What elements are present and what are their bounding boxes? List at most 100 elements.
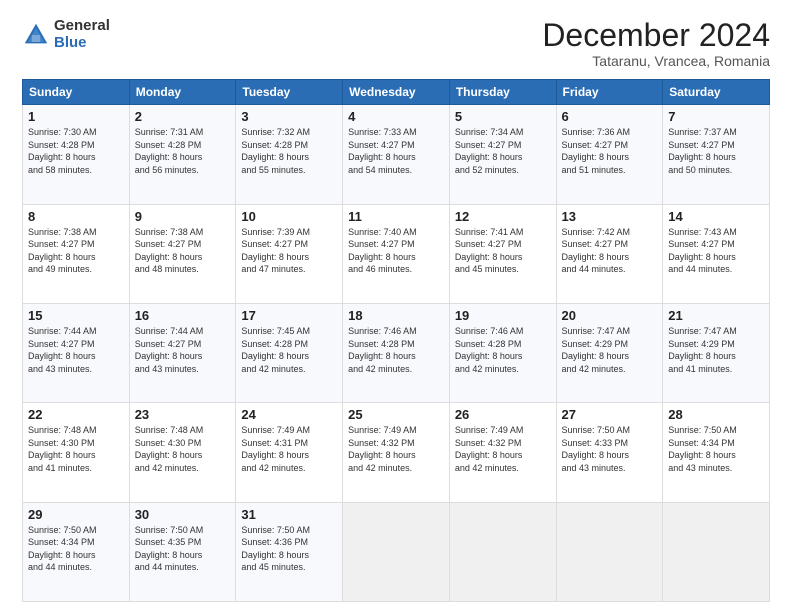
table-row: 23Sunrise: 7:48 AM Sunset: 4:30 PM Dayli…: [129, 403, 236, 502]
table-row: 31 Sunrise: 7:50 AM Sunset: 4:36 PM Dayli…: [236, 502, 343, 601]
day-number: 6: [562, 109, 658, 124]
day-number: 12: [455, 209, 551, 224]
table-row: 5Sunrise: 7:34 AM Sunset: 4:27 PM Daylig…: [449, 105, 556, 204]
table-row: [343, 502, 450, 601]
day-info: Sunrise: 7:42 AM Sunset: 4:27 PM Dayligh…: [562, 226, 658, 276]
day-number: 2: [135, 109, 231, 124]
day-info: Sunrise: 7:34 AM Sunset: 4:27 PM Dayligh…: [455, 126, 551, 176]
logo-text: General Blue: [54, 18, 110, 51]
table-row: 18Sunrise: 7:46 AM Sunset: 4:28 PM Dayli…: [343, 303, 450, 402]
day-number: 4: [348, 109, 444, 124]
day-info: Sunrise: 7:38 AM Sunset: 4:27 PM Dayligh…: [28, 226, 124, 276]
table-row: 8Sunrise: 7:38 AM Sunset: 4:27 PM Daylig…: [23, 204, 130, 303]
day-number: 14: [668, 209, 764, 224]
day-info: Sunrise: 7:50 AM Sunset: 4:35 PM Dayligh…: [135, 524, 231, 574]
day-info: Sunrise: 7:36 AM Sunset: 4:27 PM Dayligh…: [562, 126, 658, 176]
day-number: 25: [348, 407, 444, 422]
col-friday: Friday: [556, 80, 663, 105]
table-row: 17 Sunrise: 7:45 AM Sunset: 4:28 PM Dayli…: [236, 303, 343, 402]
table-row: 7 Sunrise: 7:37 AM Sunset: 4:27 PM Daylig…: [663, 105, 770, 204]
day-number: 21: [668, 308, 764, 323]
col-wednesday: Wednesday: [343, 80, 450, 105]
header: General Blue December 2024 Tataranu, Vra…: [22, 18, 770, 69]
day-number: 20: [562, 308, 658, 323]
col-tuesday: Tuesday: [236, 80, 343, 105]
table-row: 6 Sunrise: 7:36 AM Sunset: 4:27 PM Daylig…: [556, 105, 663, 204]
day-info: Sunrise: 7:44 AM Sunset: 4:27 PM Dayligh…: [135, 325, 231, 375]
table-row: 14 Sunrise: 7:43 AM Sunset: 4:27 PM Dayli…: [663, 204, 770, 303]
day-info: Sunrise: 7:47 AM Sunset: 4:29 PM Dayligh…: [562, 325, 658, 375]
table-row: 12Sunrise: 7:41 AM Sunset: 4:27 PM Dayli…: [449, 204, 556, 303]
day-number: 15: [28, 308, 124, 323]
day-info: Sunrise: 7:50 AM Sunset: 4:34 PM Dayligh…: [28, 524, 124, 574]
table-row: 20 Sunrise: 7:47 AM Sunset: 4:29 PM Dayli…: [556, 303, 663, 402]
col-saturday: Saturday: [663, 80, 770, 105]
col-sunday: Sunday: [23, 80, 130, 105]
day-info: Sunrise: 7:31 AM Sunset: 4:28 PM Dayligh…: [135, 126, 231, 176]
calendar-table: Sunday Monday Tuesday Wednesday Thursday…: [22, 79, 770, 602]
table-row: 11 Sunrise: 7:40 AM Sunset: 4:27 PM Dayli…: [343, 204, 450, 303]
day-number: 27: [562, 407, 658, 422]
day-number: 19: [455, 308, 551, 323]
table-row: 27 Sunrise: 7:50 AM Sunset: 4:33 PM Dayli…: [556, 403, 663, 502]
day-info: Sunrise: 7:33 AM Sunset: 4:27 PM Dayligh…: [348, 126, 444, 176]
col-thursday: Thursday: [449, 80, 556, 105]
day-info: Sunrise: 7:30 AM Sunset: 4:28 PM Dayligh…: [28, 126, 124, 176]
logo-blue-text: Blue: [54, 35, 110, 52]
calendar-row: 29 Sunrise: 7:50 AM Sunset: 4:34 PM Dayli…: [23, 502, 770, 601]
table-row: 10 Sunrise: 7:39 AM Sunset: 4:27 PM Dayli…: [236, 204, 343, 303]
day-info: Sunrise: 7:46 AM Sunset: 4:28 PM Dayligh…: [455, 325, 551, 375]
day-info: Sunrise: 7:40 AM Sunset: 4:27 PM Dayligh…: [348, 226, 444, 276]
day-info: Sunrise: 7:37 AM Sunset: 4:27 PM Dayligh…: [668, 126, 764, 176]
table-row: 9 Sunrise: 7:38 AM Sunset: 4:27 PM Daylig…: [129, 204, 236, 303]
table-row: 2 Sunrise: 7:31 AM Sunset: 4:28 PM Daylig…: [129, 105, 236, 204]
calendar-row: 1 Sunrise: 7:30 AM Sunset: 4:28 PM Daylig…: [23, 105, 770, 204]
col-monday: Monday: [129, 80, 236, 105]
day-info: Sunrise: 7:38 AM Sunset: 4:27 PM Dayligh…: [135, 226, 231, 276]
day-info: Sunrise: 7:49 AM Sunset: 4:32 PM Dayligh…: [455, 424, 551, 474]
table-row: 21Sunrise: 7:47 AM Sunset: 4:29 PM Dayli…: [663, 303, 770, 402]
day-number: 13: [562, 209, 658, 224]
table-row: [449, 502, 556, 601]
day-number: 3: [241, 109, 337, 124]
day-number: 17: [241, 308, 337, 323]
table-row: 19 Sunrise: 7:46 AM Sunset: 4:28 PM Dayli…: [449, 303, 556, 402]
location: Tataranu, Vrancea, Romania: [542, 53, 770, 69]
table-row: 29 Sunrise: 7:50 AM Sunset: 4:34 PM Dayli…: [23, 502, 130, 601]
day-number: 31: [241, 507, 337, 522]
calendar-row: 15 Sunrise: 7:44 AM Sunset: 4:27 PM Dayli…: [23, 303, 770, 402]
day-number: 1: [28, 109, 124, 124]
day-number: 26: [455, 407, 551, 422]
table-row: [663, 502, 770, 601]
logo-icon: [22, 21, 50, 49]
day-number: 10: [241, 209, 337, 224]
day-info: Sunrise: 7:50 AM Sunset: 4:36 PM Dayligh…: [241, 524, 337, 574]
day-info: Sunrise: 7:49 AM Sunset: 4:32 PM Dayligh…: [348, 424, 444, 474]
table-row: 24Sunrise: 7:49 AM Sunset: 4:31 PM Dayli…: [236, 403, 343, 502]
day-number: 30: [135, 507, 231, 522]
day-info: Sunrise: 7:50 AM Sunset: 4:34 PM Dayligh…: [668, 424, 764, 474]
day-number: 29: [28, 507, 124, 522]
day-number: 22: [28, 407, 124, 422]
day-number: 9: [135, 209, 231, 224]
table-row: 16 Sunrise: 7:44 AM Sunset: 4:27 PM Dayli…: [129, 303, 236, 402]
day-number: 16: [135, 308, 231, 323]
day-info: Sunrise: 7:50 AM Sunset: 4:33 PM Dayligh…: [562, 424, 658, 474]
table-row: 26 Sunrise: 7:49 AM Sunset: 4:32 PM Dayli…: [449, 403, 556, 502]
calendar-row: 8Sunrise: 7:38 AM Sunset: 4:27 PM Daylig…: [23, 204, 770, 303]
day-info: Sunrise: 7:43 AM Sunset: 4:27 PM Dayligh…: [668, 226, 764, 276]
table-row: 22 Sunrise: 7:48 AM Sunset: 4:30 PM Dayli…: [23, 403, 130, 502]
day-number: 11: [348, 209, 444, 224]
day-info: Sunrise: 7:32 AM Sunset: 4:28 PM Dayligh…: [241, 126, 337, 176]
title-block: December 2024 Tataranu, Vrancea, Romania: [542, 18, 770, 69]
day-info: Sunrise: 7:44 AM Sunset: 4:27 PM Dayligh…: [28, 325, 124, 375]
day-info: Sunrise: 7:46 AM Sunset: 4:28 PM Dayligh…: [348, 325, 444, 375]
day-number: 7: [668, 109, 764, 124]
day-info: Sunrise: 7:45 AM Sunset: 4:28 PM Dayligh…: [241, 325, 337, 375]
table-row: 13 Sunrise: 7:42 AM Sunset: 4:27 PM Dayli…: [556, 204, 663, 303]
table-row: 25 Sunrise: 7:49 AM Sunset: 4:32 PM Dayli…: [343, 403, 450, 502]
day-info: Sunrise: 7:39 AM Sunset: 4:27 PM Dayligh…: [241, 226, 337, 276]
day-info: Sunrise: 7:48 AM Sunset: 4:30 PM Dayligh…: [28, 424, 124, 474]
month-title: December 2024: [542, 18, 770, 53]
day-info: Sunrise: 7:48 AM Sunset: 4:30 PM Dayligh…: [135, 424, 231, 474]
